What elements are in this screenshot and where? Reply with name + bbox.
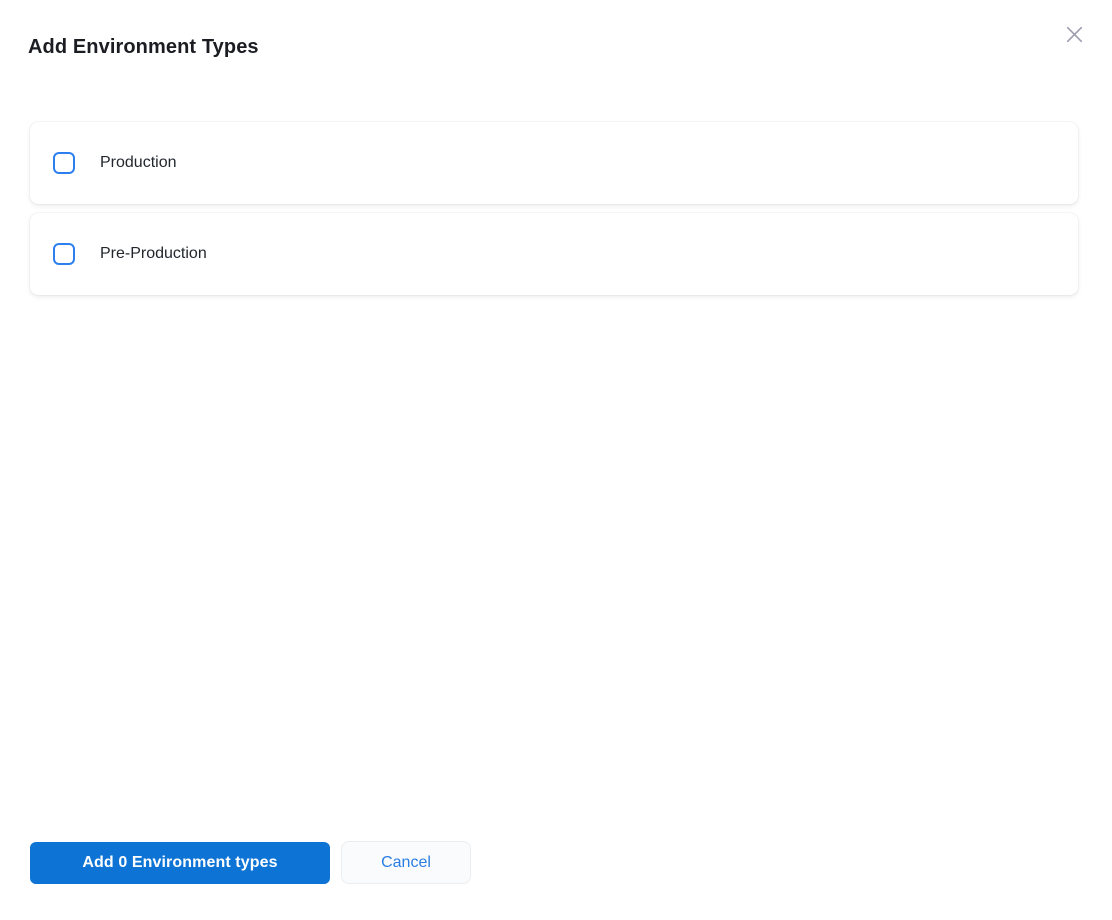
pre-production-checkbox[interactable] (53, 243, 75, 265)
add-environment-types-dialog: Add Environment Types Production Pre-Pro… (0, 0, 1112, 920)
environment-type-list: Production Pre-Production (30, 122, 1078, 304)
add-environment-types-button[interactable]: Add 0 Environment types (30, 842, 330, 884)
close-button[interactable] (1059, 19, 1089, 49)
environment-row-production[interactable]: Production (30, 122, 1078, 204)
environment-row-pre-production[interactable]: Pre-Production (30, 213, 1078, 295)
production-checkbox[interactable] (53, 152, 75, 174)
dialog-footer: Add 0 Environment types Cancel (30, 841, 471, 884)
close-icon (1062, 22, 1087, 47)
environment-row-label: Production (100, 154, 177, 172)
cancel-button[interactable]: Cancel (341, 841, 471, 884)
dialog-title: Add Environment Types (28, 36, 259, 59)
environment-row-label: Pre-Production (100, 245, 207, 263)
